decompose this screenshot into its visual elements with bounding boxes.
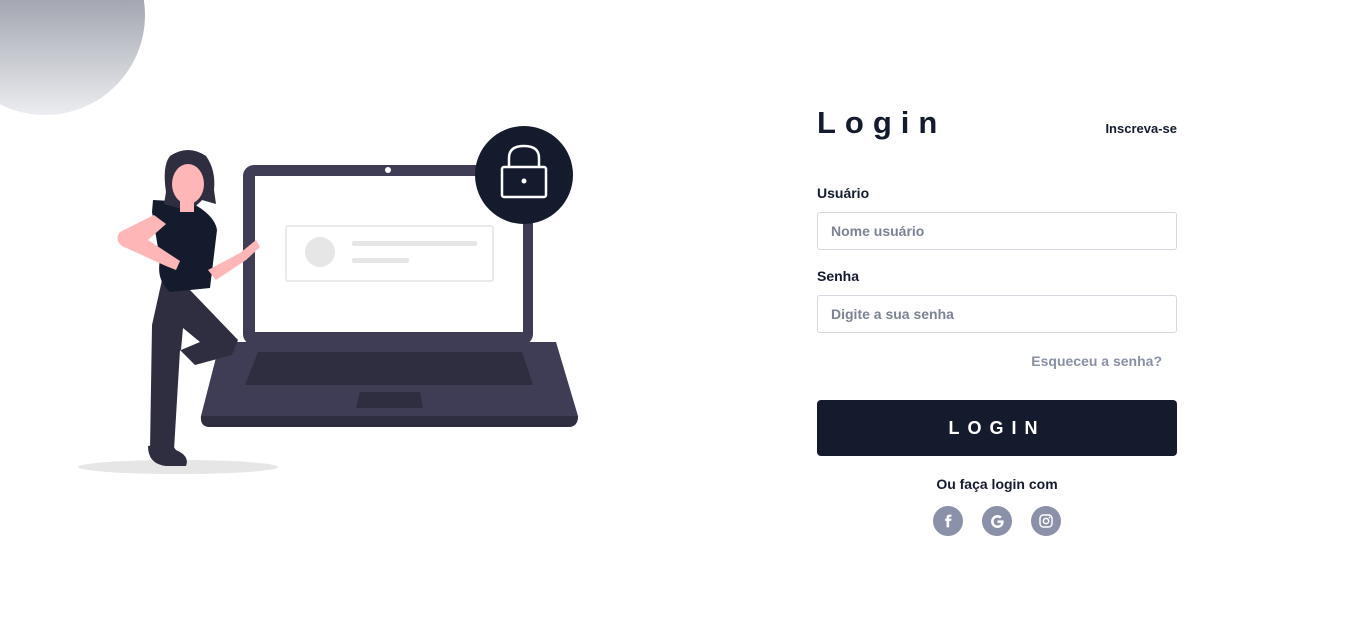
login-panel: Login Inscreva-se Usuário Senha Esqueceu… xyxy=(817,105,1177,536)
google-icon xyxy=(990,514,1004,528)
laptop-security-illustration xyxy=(78,126,578,474)
instagram-icon xyxy=(1039,514,1053,528)
facebook-button[interactable] xyxy=(933,506,963,536)
forgot-password-link[interactable]: Esqueceu a senha? xyxy=(1031,353,1162,369)
decorative-corner-circle xyxy=(0,0,145,115)
forgot-password-row: Esqueceu a senha? xyxy=(817,353,1177,371)
login-page: Login Inscreva-se Usuário Senha Esqueceu… xyxy=(0,0,1360,617)
alt-login-text: Ou faça login com xyxy=(936,476,1058,492)
facebook-icon xyxy=(945,514,952,528)
instagram-button[interactable] xyxy=(1031,506,1061,536)
signup-link[interactable]: Inscreva-se xyxy=(1105,121,1177,136)
username-input[interactable] xyxy=(817,212,1177,250)
social-login-row xyxy=(817,506,1177,536)
login-button[interactable]: LOGIN xyxy=(817,400,1177,456)
password-input[interactable] xyxy=(817,295,1177,333)
password-label: Senha xyxy=(817,268,860,284)
login-header: Login Inscreva-se xyxy=(817,105,1177,155)
login-title: Login xyxy=(817,105,947,140)
username-label: Usuário xyxy=(817,185,870,201)
google-button[interactable] xyxy=(982,506,1012,536)
